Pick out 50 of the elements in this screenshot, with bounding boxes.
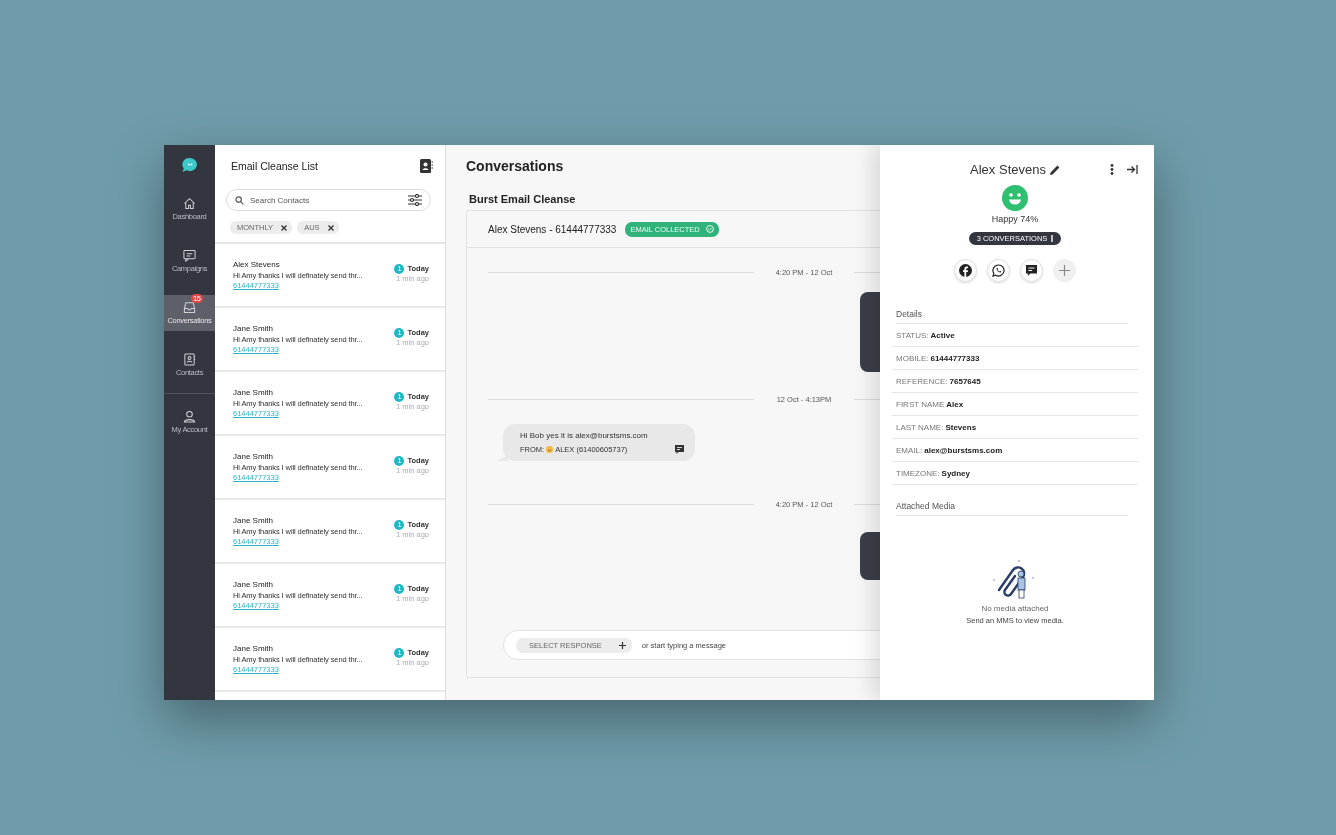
chat-icon bbox=[183, 249, 196, 262]
check-icon bbox=[705, 225, 714, 233]
detail-row: LAST NAME: Stevens bbox=[892, 416, 1138, 439]
detail-row: REFERENCE: 7657645 bbox=[892, 370, 1138, 393]
sms-icon bbox=[675, 445, 684, 454]
section-title: Details bbox=[896, 309, 1128, 324]
detail-row: FIRST NAME Alex bbox=[892, 393, 1138, 416]
sms-icon bbox=[1026, 265, 1037, 276]
happy-face-icon bbox=[1002, 185, 1028, 211]
close-icon[interactable] bbox=[327, 224, 334, 231]
contact-book-icon[interactable] bbox=[420, 159, 433, 173]
smiley-icon bbox=[546, 446, 554, 453]
contact-name: Jane Smith bbox=[233, 580, 275, 589]
plus-icon bbox=[1059, 265, 1070, 276]
section-title: Attached Media bbox=[896, 501, 1128, 516]
contact-name: Jane Smith bbox=[233, 516, 275, 525]
filter-icon[interactable] bbox=[408, 194, 422, 206]
detail-row: EMAIL: alex@burstsms.com bbox=[892, 439, 1138, 462]
contact-name: Alex Stevens bbox=[233, 260, 281, 269]
pencil-icon[interactable] bbox=[1049, 164, 1060, 175]
logo-icon bbox=[180, 157, 199, 173]
detail-row: STATUS: Active bbox=[892, 324, 1138, 347]
campaign-title: Burst Email Cleanse bbox=[469, 193, 577, 205]
more-icon bbox=[1051, 235, 1054, 242]
panel-title: Email Cleanse List bbox=[231, 160, 318, 172]
empty-state-title: No media attached bbox=[981, 604, 1049, 613]
contact-name: Jane Smith bbox=[233, 644, 275, 653]
detail-row: TIMEZONE: Sydney bbox=[892, 462, 1138, 485]
facebook-icon bbox=[959, 264, 972, 277]
user-icon bbox=[183, 410, 196, 423]
search-icon bbox=[235, 195, 244, 205]
sentiment-score: Happy 74% bbox=[991, 214, 1039, 224]
contacts-icon bbox=[183, 353, 196, 366]
phone-bubble-icon bbox=[992, 264, 1005, 277]
contact-name: Jane Smith bbox=[233, 388, 275, 397]
plus-icon bbox=[618, 641, 626, 649]
detail-row: MOBILE: 61444777333 bbox=[892, 347, 1138, 370]
more-icon[interactable] bbox=[1110, 164, 1114, 175]
search-field[interactable]: Search Contacts bbox=[248, 194, 404, 206]
add-channel-button[interactable] bbox=[1053, 259, 1076, 282]
contact-name: Jane Smith bbox=[233, 324, 275, 333]
page-title: Conversations bbox=[466, 158, 565, 174]
inbox-icon bbox=[183, 301, 196, 314]
home-icon bbox=[183, 197, 196, 210]
close-icon[interactable] bbox=[281, 224, 288, 231]
message-text: Hi Bob yes it is alex@burstsms.com bbox=[520, 431, 649, 440]
thread-title: Alex Stevens - 61444777333 bbox=[488, 223, 617, 235]
collapse-icon[interactable] bbox=[1127, 165, 1138, 174]
contact-name: Alex Stevens bbox=[970, 162, 1046, 177]
contact-name: Jane Smith bbox=[233, 452, 275, 461]
